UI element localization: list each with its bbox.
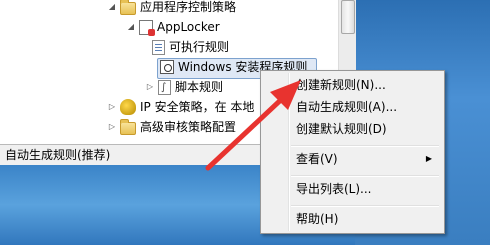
menu-item-view[interactable]: 查看(V) ▶ xyxy=(263,148,440,170)
collapse-arrow-icon[interactable]: ◢ xyxy=(126,18,136,36)
tree-item-label: IP 安全策略，在 本地 xyxy=(140,100,255,114)
menu-item-create-default-rules[interactable]: 创建默认规则(D) xyxy=(263,118,440,140)
ip-security-icon xyxy=(120,99,136,115)
tree-item-label: 可执行规则 xyxy=(169,40,230,54)
menu-item-auto-generate-rules[interactable]: 自动生成规则(A)... xyxy=(263,96,440,118)
tree-item-advanced-audit[interactable]: ▷ 高级审核策略配置 xyxy=(107,118,236,136)
tree-item-executable-rules[interactable]: 可执行规则 xyxy=(152,38,229,56)
context-menu: 创建新规则(N)... 自动生成规则(A)... 创建默认规则(D) 查看(V)… xyxy=(260,70,445,234)
expand-arrow-icon[interactable]: ▷ xyxy=(107,118,117,136)
menu-item-export-list[interactable]: 导出列表(L)... xyxy=(263,178,440,200)
script-rules-icon xyxy=(158,79,171,97)
menu-item-label: 导出列表(L)... xyxy=(296,182,372,196)
menu-item-help[interactable]: 帮助(H) xyxy=(263,208,440,230)
executable-rules-icon xyxy=(152,39,165,55)
tree-item-script-rules[interactable]: ▷ 脚本规则 xyxy=(145,78,224,97)
menu-item-label: 创建新规则(N)... xyxy=(296,78,386,92)
tree-item-ip-security[interactable]: ▷ IP 安全策略，在 本地 xyxy=(107,98,254,116)
installer-rules-icon xyxy=(160,60,174,74)
collapse-arrow-icon[interactable]: ◢ xyxy=(107,0,117,16)
menu-separator xyxy=(291,175,439,177)
scrollbar-thumb[interactable] xyxy=(341,0,355,34)
expand-arrow-icon[interactable]: ▷ xyxy=(107,98,117,116)
menu-item-label: 帮助(H) xyxy=(296,212,339,226)
menu-item-label: 查看(V) xyxy=(296,152,338,166)
status-text: 自动生成规则(推荐) xyxy=(5,148,111,162)
menu-separator xyxy=(291,145,439,147)
applocker-icon xyxy=(139,19,155,36)
menu-item-create-new-rule[interactable]: 创建新规则(N)... xyxy=(263,74,440,96)
tree-item-label: AppLocker xyxy=(157,20,220,34)
tree-item-app-control-policies[interactable]: ◢ 应用程序控制策略 xyxy=(107,0,236,16)
tree-item-label: 高级审核策略配置 xyxy=(140,120,237,134)
menu-item-label: 创建默认规则(D) xyxy=(296,122,387,136)
expand-arrow-icon[interactable]: ▷ xyxy=(145,78,155,96)
menu-item-label: 自动生成规则(A)... xyxy=(296,100,398,114)
tree-item-label: 脚本规则 xyxy=(175,80,224,94)
folder-icon xyxy=(120,118,136,135)
tree-item-label: 应用程序控制策略 xyxy=(140,0,237,14)
submenu-arrow-icon: ▶ xyxy=(425,154,432,163)
tree-item-applocker[interactable]: ◢ AppLocker xyxy=(126,18,220,36)
menu-separator xyxy=(291,205,439,207)
folder-icon xyxy=(120,0,136,15)
